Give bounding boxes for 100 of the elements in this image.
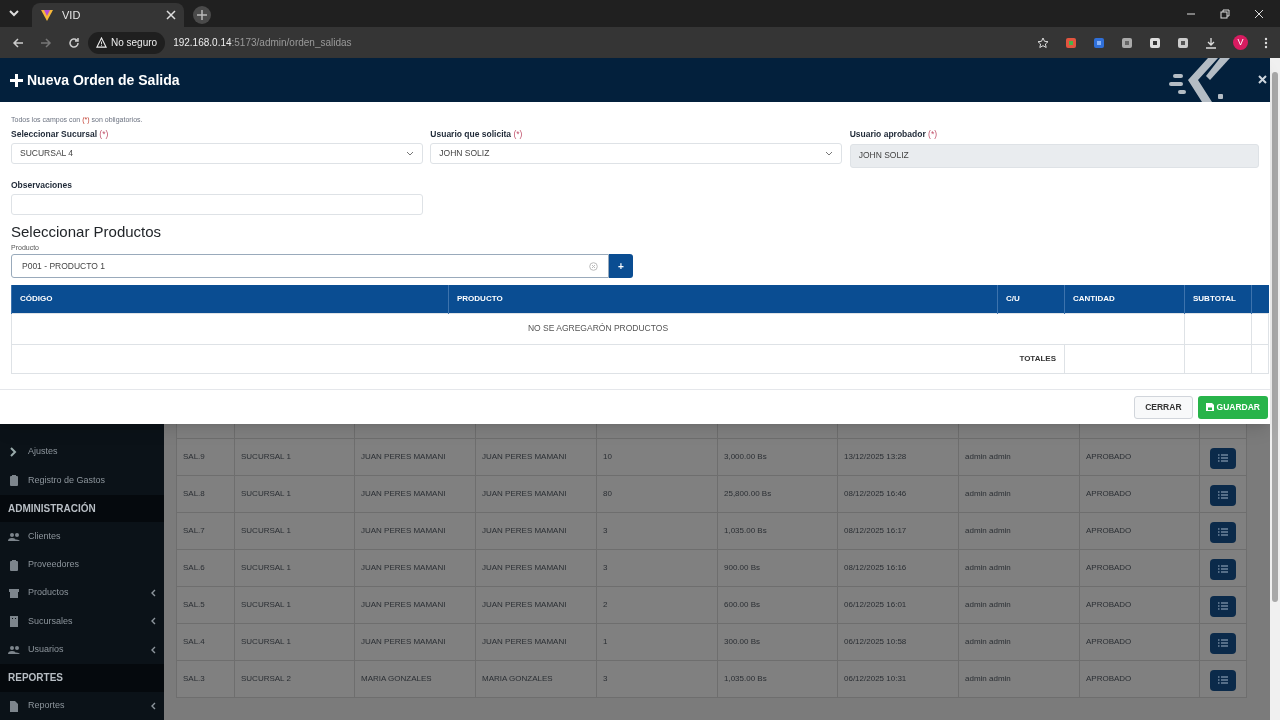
list-icon: [1218, 676, 1228, 684]
close-icon[interactable]: [1258, 75, 1267, 84]
extension-icon[interactable]: [1121, 36, 1133, 49]
table-cell: admin admin: [958, 438, 1080, 476]
table-cell: JUAN PERES MAMANI: [475, 438, 597, 476]
chevron-down-icon: [406, 150, 414, 156]
readonly-field: JOHN SOLIZ: [849, 143, 1259, 168]
building-icon: [8, 615, 20, 628]
table-cell: JUAN PERES MAMANI: [354, 512, 476, 550]
menu-icon[interactable]: [1264, 36, 1268, 49]
details-button[interactable]: [1210, 632, 1236, 654]
table-cell: JUAN PERES MAMANI: [475, 475, 597, 513]
table-cell: 300.00 Bs: [717, 623, 838, 661]
table-cell: SUCURSAL 1: [234, 438, 355, 476]
extension-icon[interactable]: [1177, 36, 1189, 49]
table-cell: admin admin: [958, 475, 1080, 513]
list-icon: [1218, 565, 1228, 573]
details-button[interactable]: [1210, 484, 1236, 506]
column-header: PRODUCTO: [448, 285, 998, 313]
table-cell: SAL.6: [176, 549, 235, 587]
browser-tab[interactable]: VID: [32, 3, 184, 27]
profile-avatar[interactable]: V: [1233, 35, 1248, 50]
sidebar-item[interactable]: Reportes: [0, 691, 164, 720]
table-cell: 13/12/2025 13:28: [837, 438, 959, 476]
warning-icon: [96, 37, 107, 48]
forward-icon[interactable]: [40, 36, 52, 49]
security-chip[interactable]: No seguro: [88, 31, 166, 54]
table-cell: 25,800.00 Bs: [717, 475, 838, 513]
close-icon[interactable]: [166, 10, 176, 20]
clipboard-icon: [8, 474, 20, 487]
details-button[interactable]: [1210, 595, 1236, 617]
product-search-field[interactable]: P001 - PRODUCTO 1: [11, 254, 609, 278]
sidebar-item[interactable]: Proveedores: [0, 550, 164, 579]
table-cell: SUCURSAL 1: [234, 475, 355, 513]
table-cell: 06/12/2025 16:01: [837, 586, 959, 624]
clipboard-icon: [8, 558, 20, 571]
table-cell: APROBADO: [1079, 549, 1200, 587]
table-cell: JUAN PERES MAMANI: [354, 438, 476, 476]
table-cell: MARIA GONZALES: [475, 660, 597, 698]
star-icon[interactable]: [1037, 36, 1049, 49]
table-cell: 3: [596, 549, 718, 587]
section-title: Seleccionar Productos: [11, 221, 163, 242]
observations-field[interactable]: [11, 193, 423, 215]
table-cell: SUCURSAL 2: [234, 660, 355, 698]
list-icon: [1218, 528, 1228, 536]
chevron-left-icon: [150, 645, 156, 654]
table-cell: JUAN PERES MAMANI: [354, 549, 476, 587]
table-cell: SAL.7: [176, 512, 235, 550]
table-cell: 900.00 Bs: [717, 549, 838, 587]
users-icon: [8, 643, 20, 656]
site-logo-icon: [40, 8, 54, 22]
close-button[interactable]: CERRAR: [1134, 395, 1193, 419]
field-label: Seleccionar Sucursal (*): [11, 128, 110, 141]
table-cell: APROBADO: [1079, 475, 1200, 513]
table-cell: JUAN PERES MAMANI: [354, 586, 476, 624]
list-icon: [1218, 639, 1228, 647]
details-button[interactable]: [1210, 521, 1236, 543]
table-cell: APROBADO: [1079, 586, 1200, 624]
table-cell: 2: [596, 586, 718, 624]
table-cell: JUAN PERES MAMANI: [475, 549, 597, 587]
table-cell: APROBADO: [1079, 438, 1200, 476]
details-button[interactable]: [1210, 669, 1236, 691]
list-icon: [1218, 491, 1228, 499]
chevron-left-icon: [150, 701, 156, 710]
restore-icon[interactable]: [1220, 8, 1230, 19]
new-tab-icon[interactable]: [192, 5, 212, 25]
download-icon[interactable]: [1205, 36, 1217, 49]
extension-icon[interactable]: [1065, 36, 1077, 49]
totals-label: TOTALES: [11, 344, 1065, 373]
sidebar-item[interactable]: Usuarios: [0, 635, 164, 664]
url-text[interactable]: 192.168.0.14:5173/admin/orden_salidas: [173, 35, 352, 50]
sidebar-item[interactable]: Registro de Gastos: [0, 466, 164, 495]
table-cell: APROBADO: [1079, 660, 1200, 698]
details-button[interactable]: [1210, 558, 1236, 580]
extension-icon[interactable]: [1093, 36, 1105, 49]
close-icon[interactable]: [1254, 8, 1264, 19]
table-cell: SUCURSAL 1: [234, 549, 355, 587]
back-icon[interactable]: [12, 36, 24, 49]
table-cell: admin admin: [958, 512, 1080, 550]
reload-icon[interactable]: [68, 36, 80, 49]
table-cell: SAL.8: [176, 475, 235, 513]
empty-table-message: NO SE AGREGARÓN PRODUCTOS: [11, 313, 1185, 344]
select-field[interactable]: JOHN SOLIZ: [430, 142, 843, 164]
extension-icon[interactable]: [1149, 36, 1161, 49]
sidebar-heading: REPORTES: [8, 671, 63, 686]
scrollbar[interactable]: [1270, 58, 1280, 720]
document-icon: [8, 699, 20, 712]
details-button[interactable]: [1210, 447, 1236, 469]
sidebar-item[interactable]: Productos: [0, 579, 164, 608]
table-cell: 06/12/2025 10:31: [837, 660, 959, 698]
sidebar-item[interactable]: Ajustes: [0, 438, 164, 467]
select-field[interactable]: SUCURSAL 4: [11, 142, 423, 164]
add-product-button[interactable]: +: [609, 254, 633, 278]
sidebar-item[interactable]: Sucursales: [0, 607, 164, 636]
table-cell: SAL.5: [176, 586, 235, 624]
table-cell: admin admin: [958, 660, 1080, 698]
field-label: Observaciones: [11, 178, 73, 192]
sidebar-item[interactable]: Clientes: [0, 522, 164, 551]
table-cell: 1: [596, 623, 718, 661]
chevron-down-icon: [825, 150, 834, 156]
